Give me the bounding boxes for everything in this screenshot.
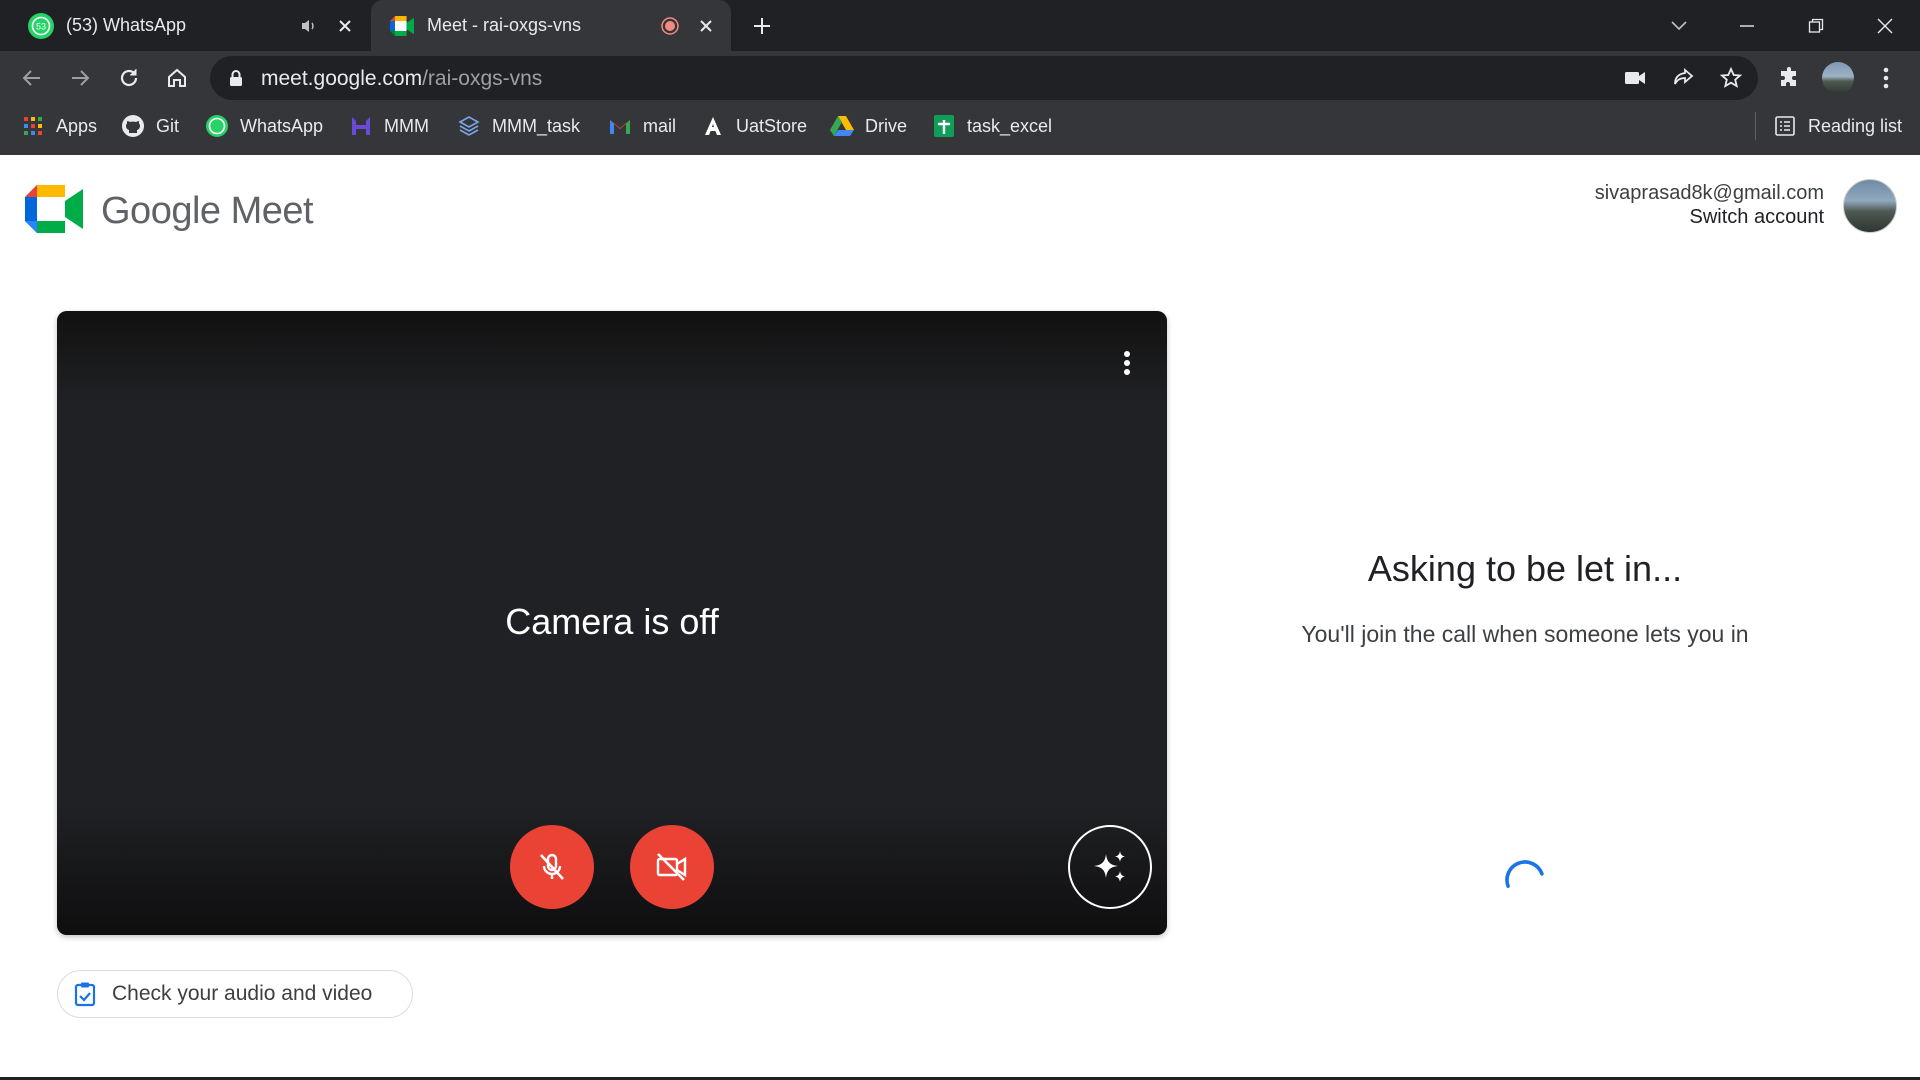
preview-gradient-bottom: [57, 805, 1167, 935]
bookmark-mmm-task[interactable]: MMM_task: [457, 112, 580, 140]
restore-icon: [1808, 18, 1824, 33]
tab-title: (53) WhatsApp: [66, 15, 187, 35]
bookmark-label: Apps: [56, 115, 98, 136]
mic-off-icon: [540, 853, 564, 880]
bookmark-mmm[interactable]: MMM: [349, 112, 429, 140]
new-tab-button[interactable]: [748, 12, 776, 40]
bookmark-git[interactable]: Git: [121, 112, 179, 140]
profile-button[interactable]: [1820, 60, 1856, 96]
home-icon: [168, 68, 186, 87]
microphone-toggle-button[interactable]: [510, 825, 594, 909]
more-vert-icon: [1124, 351, 1130, 375]
close-tab-icon[interactable]: [334, 15, 356, 37]
check-audio-video-button[interactable]: Check your audio and video: [57, 970, 413, 1018]
lock-icon[interactable]: [226, 68, 246, 88]
bookmark-drive[interactable]: Drive: [830, 112, 907, 140]
meet-favicon-icon: [389, 13, 415, 39]
account-email: sivaprasad8k@gmail.com: [1594, 182, 1824, 204]
bookmark-uatstore[interactable]: UatStore: [701, 112, 807, 140]
address-bar[interactable]: meet.google.com/rai-oxgs-vns: [210, 56, 1758, 100]
arrow-left-icon: [22, 70, 40, 86]
brand-name: Google Meet: [101, 190, 314, 232]
apps-grid-icon: [21, 114, 45, 138]
mmm-icon: [349, 114, 373, 138]
url-host: meet.google.com: [261, 67, 423, 90]
mmm-task-icon: [457, 114, 481, 138]
camera-off-text: Camera is off: [505, 601, 719, 642]
bookmark-apps[interactable]: Apps: [21, 112, 97, 140]
puzzle-icon: [1781, 67, 1796, 86]
loading-spinner-icon: [1505, 860, 1544, 888]
minimize-button[interactable]: [1729, 8, 1765, 44]
bookmark-label: Drive: [865, 115, 908, 136]
sheets-icon: [932, 114, 956, 138]
chrome-menu-button[interactable]: [1868, 60, 1904, 96]
browser-titlebar: 53 (53) WhatsApp Meet - rai-oxgs-vns: [0, 0, 1920, 51]
asking-subtitle: You'll join the call when someone lets y…: [1301, 621, 1749, 647]
uatstore-icon: [701, 114, 725, 138]
google-meet-logo-icon: [25, 185, 83, 233]
drive-icon: [830, 114, 854, 138]
video-preview: Camera is off: [57, 311, 1167, 935]
sparkle-icon: [1094, 851, 1125, 882]
whatsapp-icon: 53: [28, 12, 54, 39]
asking-title: Asking to be let in...: [1367, 548, 1683, 589]
tab-meet[interactable]: Meet - rai-oxgs-vns: [371, 0, 731, 51]
preview-gradient-top: [57, 311, 1167, 401]
bookmark-label: MMM_task: [492, 115, 581, 136]
home-button[interactable]: [159, 60, 195, 96]
reload-icon: [120, 69, 138, 87]
reading-list-label: Reading list: [1808, 115, 1903, 136]
camera-in-use-icon[interactable]: [1621, 64, 1649, 92]
profile-avatar-icon: [1822, 62, 1854, 94]
tab-whatsapp[interactable]: 53 (53) WhatsApp: [0, 0, 370, 51]
gmail-icon: [608, 114, 632, 138]
minimize-icon: [1740, 25, 1754, 27]
forward-button[interactable]: [62, 60, 98, 96]
back-button[interactable]: [14, 60, 50, 96]
account-avatar[interactable]: [1843, 179, 1897, 233]
bookmarks-bar: Apps Git WhatsApp MMM MMM_task mail UatS…: [0, 108, 1920, 142]
speaker-icon[interactable]: [298, 15, 320, 37]
bookmark-label: UatStore: [736, 115, 808, 136]
bookmark-mail[interactable]: mail: [608, 112, 676, 140]
whatsapp-icon: [205, 114, 229, 138]
reading-list-button[interactable]: Reading list: [1755, 112, 1902, 140]
more-vert-icon: [1883, 67, 1889, 89]
restore-button[interactable]: [1798, 8, 1834, 44]
bookmark-label: task_excel: [967, 115, 1053, 136]
videocam-off-icon: [656, 853, 687, 881]
camera-toggle-button[interactable]: [630, 825, 714, 909]
close-icon: [1877, 18, 1893, 34]
tab-title: Meet - rai-oxgs-vns: [427, 15, 582, 35]
url-path: /rai-oxgs-vns: [422, 67, 543, 90]
recording-icon: [659, 15, 681, 37]
check-audio-video-label: Check your audio and video: [112, 982, 373, 1005]
plus-icon: [754, 18, 770, 34]
reading-list-icon: [1773, 114, 1797, 138]
chevron-down-icon: [1671, 21, 1687, 31]
tab-search-button[interactable]: [1661, 8, 1697, 44]
bookmark-whatsapp[interactable]: WhatsApp: [205, 112, 323, 140]
arrow-right-icon: [72, 70, 90, 86]
bookmark-label: WhatsApp: [240, 115, 324, 136]
bookmark-label: Git: [156, 115, 180, 136]
bookmark-label: MMM: [384, 115, 429, 136]
bookmark-task-excel[interactable]: task_excel: [932, 112, 1052, 140]
share-icon[interactable]: [1669, 64, 1697, 92]
close-tab-icon[interactable]: [695, 15, 717, 37]
reload-button[interactable]: [111, 60, 147, 96]
more-options-button[interactable]: [1115, 345, 1139, 381]
svg-text:53: 53: [36, 21, 46, 31]
url-text: meet.google.com/rai-oxgs-vns: [261, 67, 542, 91]
visual-effects-button[interactable]: [1068, 825, 1152, 909]
close-window-button[interactable]: [1867, 8, 1903, 44]
bookmark-star-icon[interactable]: [1717, 64, 1745, 92]
switch-account-link[interactable]: Switch account: [1689, 206, 1824, 229]
extensions-button[interactable]: [1772, 60, 1808, 96]
bookmark-label: mail: [643, 115, 677, 136]
clipboard-check-icon: [72, 981, 98, 1007]
meet-page: Google Meet sivaprasad8k@gmail.com Switc…: [0, 155, 1920, 1080]
github-icon: [121, 114, 145, 138]
